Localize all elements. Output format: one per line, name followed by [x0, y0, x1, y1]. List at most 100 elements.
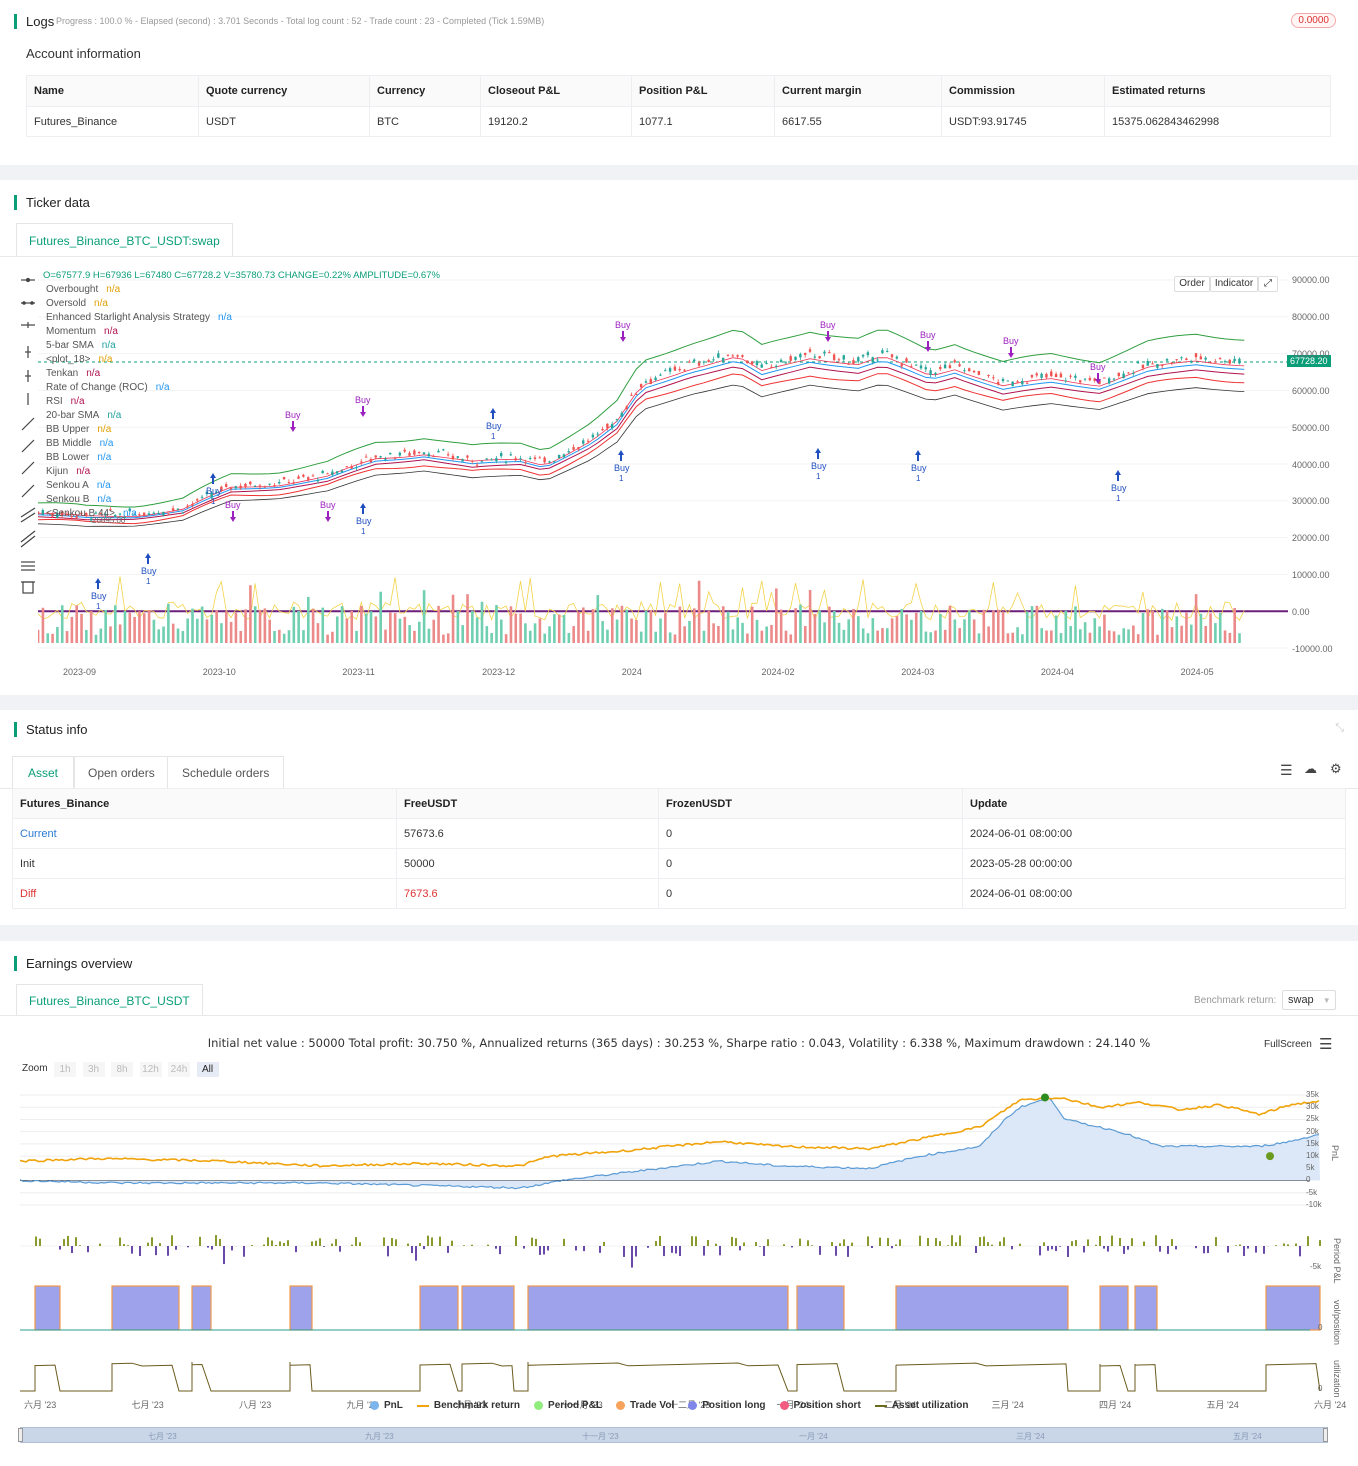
volume-bar: [1194, 594, 1198, 643]
buy-marker[interactable]: Buy: [1003, 336, 1019, 358]
volume-bar: [1209, 613, 1212, 643]
buy-marker[interactable]: Buy: [225, 500, 241, 522]
cloud-download-icon[interactable]: ☁: [1304, 761, 1317, 777]
navigator-handle-left[interactable]: [18, 1428, 23, 1442]
list-icon[interactable]: ☰: [1280, 762, 1293, 779]
buy-marker[interactable]: Buy: [1090, 362, 1106, 384]
period-pnl-bar: [1127, 1246, 1129, 1250]
legend-item[interactable]: PnL: [370, 1400, 403, 1411]
period-pnl-bar: [251, 1245, 253, 1246]
price-chart-canvas[interactable]: Buy1Buy1Buy1 BuyBuyBuyBuyBuy1Buy1BuyBuy1B…: [36, 268, 1288, 665]
period-pnl-bar: [735, 1238, 737, 1246]
period-pnl-bar: [359, 1242, 361, 1246]
buy-marker[interactable]: Buy1: [91, 578, 107, 611]
account-cell: BTC: [369, 106, 481, 137]
earnings-chart[interactable]: [19, 1086, 1330, 1396]
zoom-1h-button[interactable]: 1h: [54, 1062, 76, 1077]
legend-item[interactable]: Period P&L: [534, 1400, 602, 1411]
navigator-handle-right[interactable]: [1323, 1428, 1328, 1442]
arrow-down-icon: [825, 331, 831, 342]
tab-asset[interactable]: Asset: [12, 756, 75, 788]
volume-bar: [51, 633, 54, 643]
earnings-time-tick: 三月 '24: [991, 1400, 1024, 1410]
candle-body: [755, 361, 759, 366]
buy-marker[interactable]: Buy: [820, 320, 836, 342]
buy-marker[interactable]: Buy1: [911, 450, 927, 483]
period-pnl-bar: [1075, 1240, 1077, 1246]
util-tick: 0: [1318, 1384, 1323, 1393]
volume-bar: [1103, 614, 1106, 643]
drawing-tools-icon[interactable]: [18, 272, 38, 602]
period-pnl-bar: [835, 1246, 837, 1256]
legend-item: 20-bar SMA n/a: [46, 410, 121, 421]
zoom-12h-button[interactable]: 12h: [139, 1062, 162, 1077]
period-pnl-bar: [495, 1246, 497, 1249]
volume-bar: [914, 612, 918, 643]
period-pnl-bar: [315, 1240, 317, 1246]
earnings-chart-canvas[interactable]: [19, 1086, 1330, 1396]
volume-bar: [109, 626, 112, 643]
zoom-8h-button[interactable]: 8h: [111, 1062, 133, 1077]
buy-marker[interactable]: Buy: [355, 395, 371, 417]
collapse-icon[interactable]: ⤡: [1335, 722, 1344, 735]
buy-marker[interactable]: Buy1: [614, 450, 630, 483]
period-pnl-bar: [279, 1241, 281, 1246]
buy-marker[interactable]: Buy1: [141, 553, 157, 586]
buy-marker[interactable]: Buy: [285, 410, 301, 432]
candle-body: [683, 369, 686, 371]
candle-body: [413, 450, 416, 455]
bb-upper-line: [37, 329, 1245, 508]
buy-marker[interactable]: Buy1: [811, 448, 827, 481]
navigator[interactable]: [20, 1427, 1328, 1443]
buy-marker[interactable]: Buy: [920, 330, 936, 352]
earnings-legend: PnL Benchmark return Period P&L Trade Vol Po…: [370, 1400, 968, 1411]
buy-marker[interactable]: Buy1: [1111, 470, 1127, 503]
buy-marker[interactable]: Buy1: [356, 503, 372, 536]
legend-item[interactable]: Position short: [779, 1400, 861, 1411]
benchmark-select[interactable]: swap ▼: [1282, 990, 1336, 1010]
period-pnl-bar: [715, 1243, 717, 1246]
menu-icon[interactable]: ☰: [1319, 1035, 1332, 1053]
tab-open-orders[interactable]: Open orders: [74, 756, 169, 788]
candle-body: [360, 461, 363, 463]
period-pnl-bar: [1131, 1238, 1133, 1246]
period-pnl-bar: [603, 1241, 605, 1246]
price-tick: 70000.00: [1292, 348, 1330, 359]
legend-item[interactable]: Asset utilization: [874, 1400, 968, 1411]
volume-bar: [630, 618, 633, 643]
volume-bar: [770, 624, 773, 643]
indicator-button[interactable]: Indicator: [1210, 276, 1258, 292]
volume-bar: [36, 629, 40, 643]
zoom-All-button[interactable]: All: [196, 1062, 219, 1077]
tab-ticker-symbol[interactable]: Futures_Binance_BTC_USDT:swap: [16, 223, 233, 257]
legend-label: Period P&L: [548, 1400, 602, 1411]
candle-body: [615, 419, 619, 421]
buy-marker[interactable]: Buy: [615, 320, 631, 342]
legend-label: Trade Vol: [629, 1400, 675, 1411]
settings-gear-icon[interactable]: ⚙: [1330, 761, 1342, 777]
candle-body: [350, 466, 353, 469]
zoom-24h-button[interactable]: 24h: [168, 1062, 190, 1077]
expand-icon[interactable]: ⤢: [1258, 276, 1278, 292]
tab-earnings-symbol[interactable]: Futures_Binance_BTC_USDT: [16, 984, 203, 1016]
fullscreen-button[interactable]: FullScreen: [1264, 1039, 1312, 1050]
price-tick: 90000.00: [1292, 275, 1330, 285]
buy-marker[interactable]: Buy1: [486, 408, 502, 441]
order-button[interactable]: Order: [1174, 276, 1210, 292]
legend-item[interactable]: Trade Vol: [615, 1400, 675, 1411]
legend-item: Tenkan n/a: [46, 368, 100, 379]
volume-bar: [138, 611, 141, 643]
buy-count: 1: [146, 577, 151, 586]
tab-schedule-orders[interactable]: Schedule orders: [167, 756, 285, 788]
buy-marker[interactable]: Buy: [320, 500, 336, 522]
zoom-3h-button[interactable]: 3h: [82, 1062, 105, 1077]
legend-item[interactable]: Benchmark return: [416, 1400, 520, 1411]
candlestick-chart[interactable]: Buy 1 Buy 1 Buy 1 Buy Buy Buy Buy Buy 1 Buy 1 Buy Buy 1 B…: [36, 268, 1288, 665]
period-pnl-bar: [1319, 1240, 1321, 1246]
legend-value: n/a: [96, 480, 111, 491]
candle-body: [746, 360, 749, 364]
period-pnl-bar: [175, 1246, 177, 1250]
volume-bar: [422, 590, 426, 643]
volume-bar: [191, 608, 194, 643]
legend-item[interactable]: Position long: [688, 1400, 766, 1411]
